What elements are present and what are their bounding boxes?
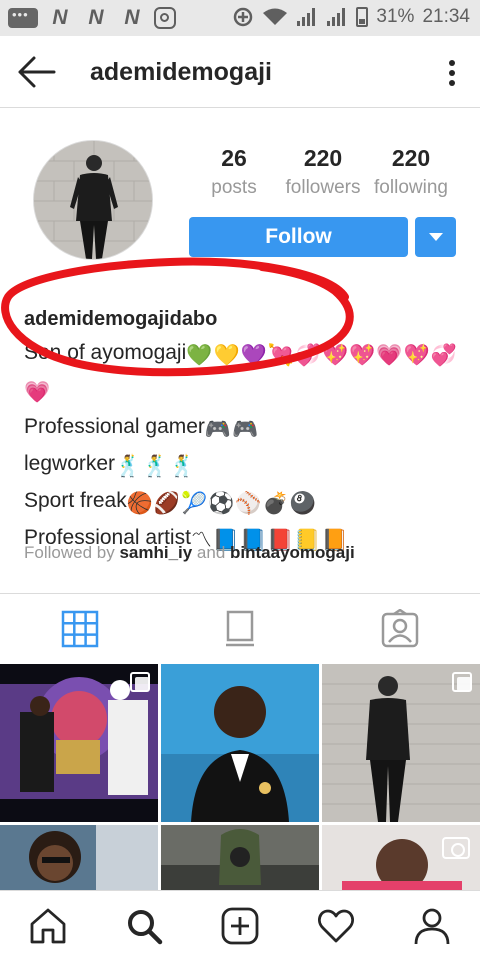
suggested-accounts-button[interactable] <box>415 217 456 257</box>
bio-line-text: Professional gamer <box>24 415 205 438</box>
bottom-navigation <box>0 890 480 960</box>
profile-stats: 26 posts 220 followers 220 following <box>185 143 460 203</box>
wifi-icon <box>263 8 288 25</box>
bio-emoji: 💞 <box>430 344 457 367</box>
bio-line: Professional gamer🎮🎮 <box>24 410 464 447</box>
bio-line-text: legworker <box>24 452 116 475</box>
bio-emoji: 💖 <box>403 344 430 367</box>
bio-emoji: 🕺 <box>169 455 196 478</box>
post-image <box>161 825 319 890</box>
post-thumbnail[interactable] <box>0 664 158 822</box>
post-thumbnail[interactable] <box>322 664 480 822</box>
signal-icon <box>297 8 316 26</box>
chat-notification-icon <box>8 7 38 28</box>
following-stat[interactable]: 220 following <box>365 143 457 203</box>
bio-line-text: Sport freak <box>24 489 127 512</box>
bio-emoji: 🎾 <box>181 492 208 515</box>
instagram-notification-icon <box>154 7 176 29</box>
avatar[interactable] <box>33 140 153 260</box>
tab-feed[interactable] <box>220 609 260 649</box>
followers-stat[interactable]: 220 followers <box>277 143 369 203</box>
battery-percent: 31% <box>376 6 415 27</box>
multiple-photos-icon <box>130 672 150 692</box>
post-thumbnail[interactable] <box>0 825 158 890</box>
tab-grid[interactable] <box>60 609 100 649</box>
followed-by-and: and <box>192 543 231 562</box>
profile-tabs <box>0 593 480 665</box>
followed-by-user-link[interactable]: samhi_iy <box>119 543 192 562</box>
back-button[interactable] <box>14 52 58 92</box>
bio-emoji: 🎮 <box>232 418 259 441</box>
posts-count: 26 <box>221 145 247 171</box>
network-n-icon: N <box>88 6 104 29</box>
followed-by-prefix: Followed by <box>24 543 120 562</box>
add-icon <box>221 907 259 945</box>
bio-emoji: ⚽ <box>208 492 235 515</box>
profile-header: ademidemogaji <box>0 36 480 108</box>
followers-label: followers <box>285 177 361 198</box>
bio-line: legworker🕺🕺🕺 <box>24 447 464 484</box>
post-thumbnail[interactable] <box>161 825 319 890</box>
video-icon <box>442 837 470 859</box>
bio-emoji: ⚾ <box>235 492 262 515</box>
grid-icon <box>61 610 99 648</box>
bio-line: Sport freak🏀🏈🎾⚽⚾💣🎱 <box>24 484 464 521</box>
network-n-icon: N <box>52 6 68 29</box>
red-annotation-circle <box>1 257 354 377</box>
followers-count: 220 <box>303 145 343 171</box>
avatar-photo <box>34 141 152 259</box>
search-icon <box>128 910 163 945</box>
bio-emoji: 🎮 <box>204 418 232 441</box>
profile-icon <box>414 908 450 945</box>
clock: 21:34 <box>422 6 470 27</box>
bio-emoji: 🏀 <box>126 492 153 515</box>
page-title: ademidemogaji <box>90 58 272 86</box>
status-bar: N N N 31% 21:34 <box>0 0 480 36</box>
data-saver-icon <box>234 7 253 27</box>
following-label: following <box>374 177 448 198</box>
home-icon <box>30 908 66 944</box>
posts-stat[interactable]: 26 posts <box>188 143 280 203</box>
network-n-icon: N <box>124 6 140 29</box>
following-count: 220 <box>391 145 431 171</box>
bio-emoji: 💗 <box>376 344 403 367</box>
multiple-photos-icon <box>452 672 472 692</box>
nav-activity[interactable] <box>316 906 356 946</box>
battery-icon <box>356 7 369 27</box>
bio-emoji: 🕺 <box>142 455 169 478</box>
heart-icon <box>318 909 354 943</box>
nav-search[interactable] <box>124 906 164 946</box>
post-image <box>161 664 319 822</box>
followed-by[interactable]: Followed by samhi_iy and bintaayomogaji <box>24 543 355 563</box>
nav-profile[interactable] <box>412 906 452 946</box>
post-thumbnail[interactable] <box>161 664 319 822</box>
tab-tagged[interactable] <box>380 608 420 649</box>
bio-emoji: 💣 <box>262 492 289 515</box>
feed-icon <box>226 610 254 647</box>
bio-emoji: 🎱 <box>289 492 316 515</box>
tagged-icon <box>381 608 419 648</box>
more-options-button[interactable] <box>442 56 462 90</box>
signal-icon <box>327 8 346 26</box>
posts-grid <box>0 664 480 890</box>
more-vertical-icon <box>449 60 455 86</box>
back-arrow-icon <box>18 56 56 88</box>
bio-emoji: 🏈 <box>153 492 181 515</box>
post-image <box>0 825 158 890</box>
bio-emoji: 🕺 <box>115 455 142 478</box>
post-thumbnail[interactable] <box>322 825 480 890</box>
nav-add-post[interactable] <box>220 906 260 946</box>
nav-home[interactable] <box>28 906 68 946</box>
posts-label: posts <box>211 177 257 198</box>
followed-by-user-link[interactable]: bintaayomogaji <box>230 543 355 562</box>
